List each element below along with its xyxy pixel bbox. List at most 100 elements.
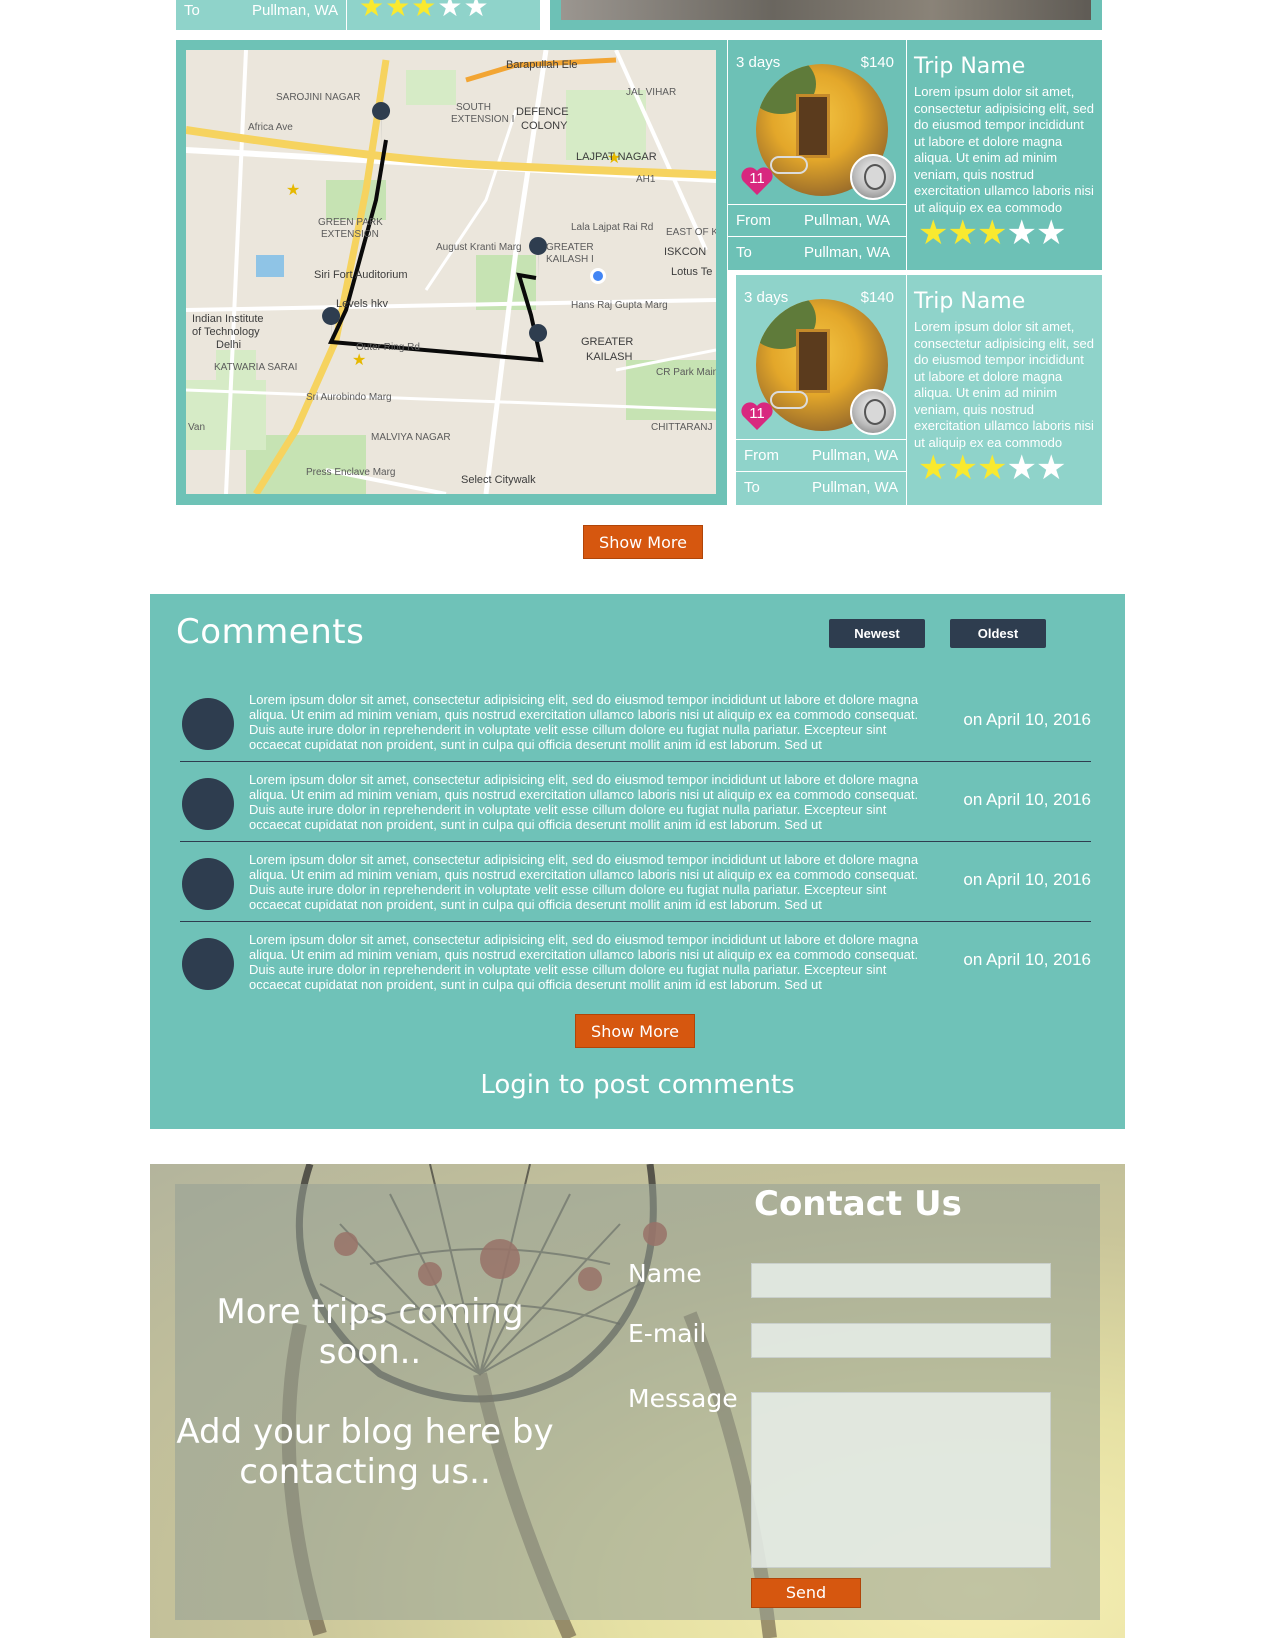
from-label: From bbox=[736, 212, 771, 229]
svg-text:CR Park Main: CR Park Main bbox=[656, 367, 716, 378]
star-filled-icon[interactable]: ★ bbox=[947, 214, 978, 252]
comment-item: Lorem ipsum dolor sit amet, consectetur … bbox=[180, 842, 1091, 922]
svg-text:ISKCON: ISKCON bbox=[664, 246, 706, 258]
login-to-comment-link[interactable]: Login to post comments bbox=[150, 1070, 1125, 1100]
svg-text:GREATER: GREATER bbox=[546, 242, 594, 253]
trip-name[interactable]: Trip Name bbox=[914, 54, 1025, 79]
email-label: E-mail bbox=[628, 1319, 707, 1348]
comments-title: Comments bbox=[176, 612, 365, 652]
author-avatar[interactable] bbox=[850, 389, 896, 435]
svg-text:CHITTARANJ: CHITTARANJ bbox=[651, 422, 712, 433]
commenter-avatar[interactable] bbox=[182, 778, 234, 830]
svg-text:EXTENSION: EXTENSION bbox=[321, 229, 379, 240]
svg-text:Africa Ave: Africa Ave bbox=[248, 122, 293, 133]
divider bbox=[346, 0, 347, 30]
sort-newest-button[interactable]: Newest bbox=[829, 619, 925, 648]
trip-description: Lorem ipsum dolor sit amet, consectetur … bbox=[914, 319, 1094, 450]
more-trips-notice: More trips coming soon.. bbox=[216, 1292, 524, 1372]
star-empty-icon[interactable]: ★ bbox=[1006, 449, 1037, 487]
commenter-avatar[interactable] bbox=[182, 938, 234, 990]
likes-badge[interactable]: 11 bbox=[740, 166, 774, 196]
star-empty-icon[interactable]: ★ bbox=[1036, 449, 1067, 487]
svg-text:Sri Aurobindo Marg: Sri Aurobindo Marg bbox=[306, 392, 392, 403]
star-filled-icon[interactable]: ★ bbox=[947, 449, 978, 487]
trip-card[interactable]: 3 days $140 11 From Pullman, WA To Pullm… bbox=[736, 275, 1102, 505]
trip-card[interactable]: 3 days $140 11 From Pullman, WA To Pullm… bbox=[728, 40, 1102, 270]
contact-title: Contact Us bbox=[754, 1184, 962, 1224]
svg-text:Indian Institute: Indian Institute bbox=[192, 313, 264, 325]
star-empty-icon[interactable]: ★ bbox=[437, 0, 463, 22]
show-more-comments-button[interactable]: Show More bbox=[575, 1014, 695, 1048]
add-blog-notice: Add your blog here by contacting us.. bbox=[176, 1412, 554, 1492]
comment-item: Lorem ipsum dolor sit amet, consectetur … bbox=[180, 922, 1091, 1002]
star-filled-icon[interactable]: ★ bbox=[359, 0, 385, 22]
trip-name[interactable]: Trip Name bbox=[914, 289, 1025, 314]
svg-text:Delhi: Delhi bbox=[216, 339, 241, 351]
svg-text:Barapullah Ele: Barapullah Ele bbox=[506, 59, 578, 71]
star-empty-icon[interactable]: ★ bbox=[1036, 214, 1067, 252]
star-filled-icon[interactable]: ★ bbox=[385, 0, 411, 22]
commenter-avatar[interactable] bbox=[182, 698, 234, 750]
star-empty-icon[interactable]: ★ bbox=[1006, 214, 1037, 252]
star-rating[interactable]: ★★★★★ bbox=[918, 214, 1067, 252]
sort-oldest-button[interactable]: Oldest bbox=[950, 619, 1046, 648]
previous-trip-row: To Pullman, WA ★★★★★ bbox=[176, 0, 540, 30]
comment-item: Lorem ipsum dolor sit amet, consectetur … bbox=[180, 682, 1091, 762]
comment-date: on April 10, 2016 bbox=[963, 790, 1091, 809]
star-filled-icon[interactable]: ★ bbox=[918, 214, 949, 252]
commenter-avatar[interactable] bbox=[182, 858, 234, 910]
star-filled-icon[interactable]: ★ bbox=[977, 449, 1008, 487]
star-filled-icon[interactable]: ★ bbox=[977, 214, 1008, 252]
comment-date: on April 10, 2016 bbox=[963, 870, 1091, 889]
comment-date: on April 10, 2016 bbox=[963, 710, 1091, 729]
bicycle-shape bbox=[770, 156, 808, 174]
from-value: Pullman, WA bbox=[812, 447, 899, 464]
svg-text:AH1: AH1 bbox=[636, 174, 656, 185]
svg-text:Hans Raj Gupta Marg: Hans Raj Gupta Marg bbox=[571, 300, 668, 311]
star-filled-icon[interactable]: ★ bbox=[411, 0, 437, 22]
svg-text:of Technology: of Technology bbox=[192, 326, 260, 338]
svg-text:Siri Fort Auditorium: Siri Fort Auditorium bbox=[314, 269, 408, 281]
likes-badge[interactable]: 11 bbox=[740, 401, 774, 431]
door-shape bbox=[796, 329, 830, 393]
map-canvas[interactable]: ★ ★ ★ Barapullah Ele JAL VIHAR SAROJINI … bbox=[186, 50, 716, 494]
svg-text:Levels hkv: Levels hkv bbox=[336, 298, 388, 310]
likes-count: 11 bbox=[749, 405, 765, 422]
svg-text:MALVIYA NAGAR: MALVIYA NAGAR bbox=[371, 432, 451, 443]
message-textarea[interactable] bbox=[751, 1392, 1051, 1568]
comment-text: Lorem ipsum dolor sit amet, consectetur … bbox=[249, 692, 919, 752]
comment-text: Lorem ipsum dolor sit amet, consectetur … bbox=[249, 772, 919, 832]
svg-text:Lala Lajpat Rai Rd: Lala Lajpat Rai Rd bbox=[571, 222, 653, 233]
svg-text:Press Enclave Marg: Press Enclave Marg bbox=[306, 467, 395, 478]
route-map-frame: ★ ★ ★ Barapullah Ele JAL VIHAR SAROJINI … bbox=[176, 40, 727, 505]
comments-section: Comments Newest Oldest Lorem ipsum dolor… bbox=[150, 594, 1125, 1129]
from-row: From Pullman, WA bbox=[736, 439, 906, 471]
svg-text:JAL VIHAR: JAL VIHAR bbox=[626, 87, 676, 98]
svg-text:★: ★ bbox=[352, 352, 366, 369]
svg-text:KAILASH: KAILASH bbox=[586, 351, 633, 363]
star-empty-icon[interactable]: ★ bbox=[463, 0, 489, 22]
svg-text:GREEN PARK: GREEN PARK bbox=[318, 217, 383, 228]
comment-text: Lorem ipsum dolor sit amet, consectetur … bbox=[249, 932, 919, 992]
comment-text: Lorem ipsum dolor sit amet, consectetur … bbox=[249, 852, 919, 912]
trip-card-summary: 3 days $140 11 From Pullman, WA To Pullm… bbox=[736, 275, 906, 505]
message-label: Message bbox=[628, 1384, 738, 1413]
star-rating[interactable]: ★★★★★ bbox=[918, 449, 1067, 487]
to-row: To Pullman, WA bbox=[736, 471, 906, 503]
from-row: From Pullman, WA bbox=[728, 204, 906, 236]
route-map[interactable]: ★ ★ ★ Barapullah Ele JAL VIHAR SAROJINI … bbox=[186, 50, 716, 494]
svg-text:August Kranti Marg: August Kranti Marg bbox=[436, 242, 522, 253]
author-avatar[interactable] bbox=[850, 154, 896, 200]
from-label: From bbox=[744, 447, 779, 464]
name-label: Name bbox=[628, 1259, 702, 1288]
name-input[interactable] bbox=[751, 1263, 1051, 1298]
to-label: To bbox=[184, 2, 200, 19]
star-filled-icon[interactable]: ★ bbox=[918, 449, 949, 487]
svg-text:Select Citywalk: Select Citywalk bbox=[461, 474, 536, 486]
show-more-trips-button[interactable]: Show More bbox=[583, 525, 703, 559]
trip-card-details: Trip Name Lorem ipsum dolor sit amet, co… bbox=[906, 275, 1102, 505]
to-value: Pullman, WA bbox=[252, 2, 339, 19]
email-input[interactable] bbox=[751, 1323, 1051, 1358]
svg-text:EAST OF KA: EAST OF KA bbox=[666, 227, 716, 238]
send-button[interactable]: Send bbox=[751, 1578, 861, 1608]
